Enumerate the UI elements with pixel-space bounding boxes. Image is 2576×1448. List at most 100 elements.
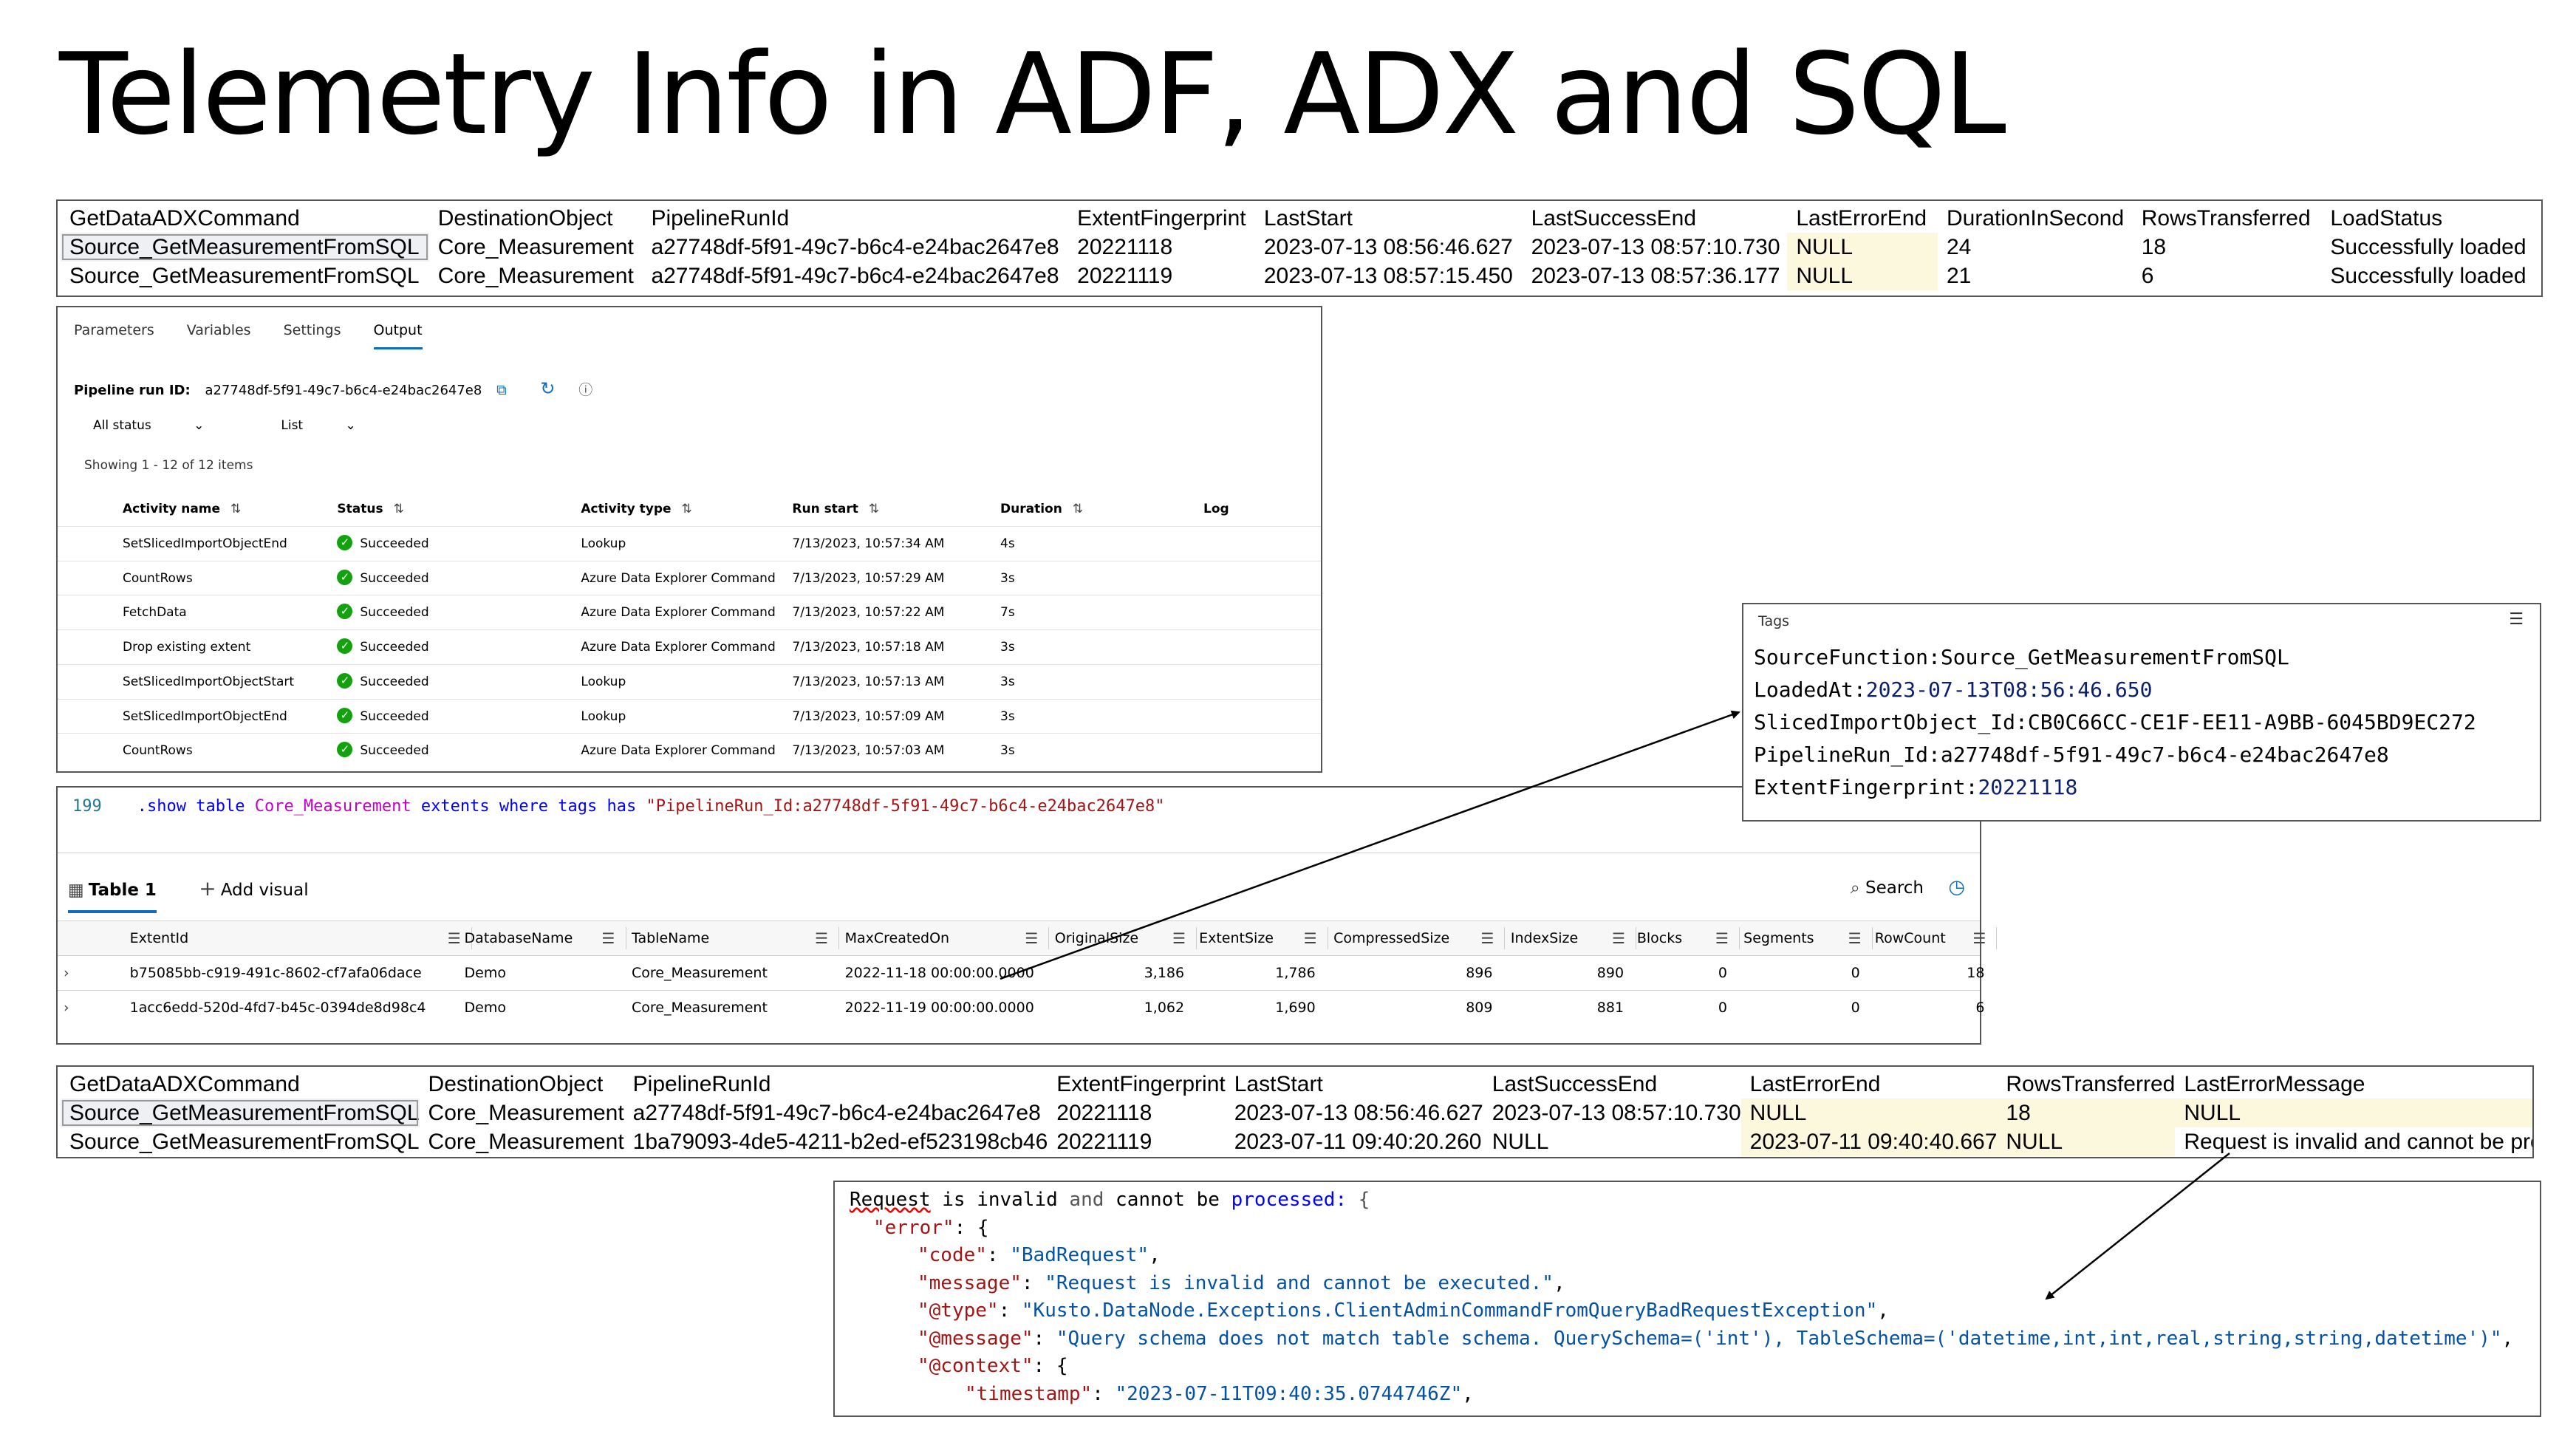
run-id-value: a27748df-5f91-49c7-b6c4-e24bac2647e8 xyxy=(205,383,482,398)
activity-row[interactable]: FetchData ✓ Succeeded Azure Data Explorer C… xyxy=(58,595,1321,629)
search-button[interactable]: ⌕ Search xyxy=(1851,878,1924,898)
table-row[interactable]: › 1acc6edd-520d-4fd7-b45c-0394de8d98c4 Dem… xyxy=(58,990,1984,1025)
column-header-log[interactable]: Log xyxy=(1203,492,1229,526)
clock-icon[interactable]: ◷ xyxy=(1948,876,1965,898)
table-cell-row-count: 6 xyxy=(1975,1000,1985,1016)
column-header-segments[interactable]: Segments xyxy=(1743,921,1814,955)
activity-duration-text: 3s xyxy=(1000,743,1015,759)
column-menu-icon[interactable]: ☰ xyxy=(448,921,461,955)
table-row[interactable]: › b75085bb-c919-491c-8602-cf7afa06dace Dem… xyxy=(58,955,1984,990)
activity-name-text: SetSlicedImportObjectEnd xyxy=(123,708,287,724)
activity-name: FetchData xyxy=(123,595,187,629)
table-cell-last-success-end: 2023-07-13 08:57:10.730 xyxy=(1531,235,1780,259)
column-menu-icon[interactable]: ☰ xyxy=(1848,921,1862,955)
kql-query-line[interactable]: 199 .show table Core_Measurement extents … xyxy=(72,793,1165,820)
table-row: Source_GetMeasurementFromSQL Core_Measure… xyxy=(61,1127,2532,1156)
column-menu-icon[interactable]: ☰ xyxy=(1172,921,1186,955)
column-header-run-start[interactable]: Run start ⇅ xyxy=(792,492,879,526)
column-divider[interactable] xyxy=(1871,927,1873,949)
sort-icon: ⇅ xyxy=(868,502,880,516)
column-header-index-size[interactable]: IndexSize xyxy=(1511,921,1578,955)
success-check-icon: ✓ xyxy=(337,604,353,620)
column-menu-icon[interactable]: ☰ xyxy=(1972,921,1986,955)
column-divider[interactable] xyxy=(838,927,840,949)
tab-parameters[interactable]: Parameters xyxy=(74,322,154,349)
activity-row[interactable]: SetSlicedImportObjectStart ✓ Succeeded Look… xyxy=(58,663,1321,699)
table-cell-destination-object: Core_Measurement xyxy=(437,235,634,259)
column-divider[interactable] xyxy=(1048,927,1050,949)
table-cell-row-count: 18 xyxy=(1967,965,1985,981)
column-menu-icon[interactable]: ☰ xyxy=(815,921,828,955)
column-divider[interactable] xyxy=(1996,927,1998,949)
sort-icon: ⇅ xyxy=(393,502,404,516)
table-cell-last-success-end: 2023-07-13 08:57:36.177 xyxy=(1531,264,1780,288)
tag-key: SourceFunction: xyxy=(1754,645,1941,669)
tab-output[interactable]: Output xyxy=(373,322,423,349)
search-icon: ⌕ xyxy=(1850,878,1860,898)
column-header-status[interactable]: Status ⇅ xyxy=(337,492,403,526)
chevron-right-icon[interactable]: › xyxy=(64,956,69,990)
table-cell-last-start: 2023-07-13 08:56:46.627 xyxy=(1263,235,1513,259)
column-divider[interactable] xyxy=(1738,927,1740,949)
table-cell-blocks: 0 xyxy=(1718,965,1727,981)
chevron-right-icon[interactable]: › xyxy=(64,991,69,1025)
column-header-duration[interactable]: Duration ⇅ xyxy=(1000,492,1083,526)
activity-status-text: Succeeded xyxy=(360,640,429,655)
tag-line: SlicedImportObject_Id:CB0C66CC-CE1F-EE11… xyxy=(1754,706,2476,739)
column-header-database-name[interactable]: DatabaseName xyxy=(465,921,573,955)
column-menu-icon[interactable]: ☰ xyxy=(602,921,615,955)
activity-row[interactable]: SetSlicedImportObjectEnd ✓ Succeeded Lookup… xyxy=(58,698,1321,734)
table-cell-last-success-end: 2023-07-13 08:57:10.730 xyxy=(1492,1101,1741,1125)
column-header-blocks[interactable]: Blocks xyxy=(1637,921,1682,955)
column-menu-icon[interactable]: ☰ xyxy=(1025,921,1038,955)
tab-variables[interactable]: Variables xyxy=(187,322,251,349)
refresh-icon[interactable]: ↻ xyxy=(540,378,555,399)
column-header-activity-type[interactable]: Activity type ⇅ xyxy=(581,492,691,526)
kql-command: .show table xyxy=(137,797,255,816)
column-header-row-count[interactable]: RowCount xyxy=(1875,921,1946,955)
column-header-extent-id[interactable]: ExtentId xyxy=(130,921,189,955)
activity-name: SetSlicedImportObjectStart xyxy=(123,665,294,699)
tag-value: CB0C66CC-CE1F-EE11-A9BB-6045BD9EC272 xyxy=(2027,710,2476,734)
table-cell-last-error-end: NULL xyxy=(1740,1099,1998,1127)
copy-icon[interactable]: ⧉ xyxy=(496,382,507,398)
info-icon[interactable]: ⓘ xyxy=(578,382,592,398)
atmessage-key: "@message" xyxy=(918,1327,1034,1350)
hamburger-menu-icon[interactable]: ☰ xyxy=(2509,610,2524,629)
column-header-extent-size[interactable]: ExtentSize xyxy=(1199,921,1274,955)
activity-row[interactable]: Drop existing extent ✓ Succeeded Azure Data… xyxy=(58,629,1321,664)
table-cell-compressed-size: 809 xyxy=(1466,1000,1493,1016)
error-line-6: "@message": "Query schema does not match… xyxy=(918,1327,2514,1350)
column-header-compressed-size[interactable]: CompressedSize xyxy=(1333,921,1449,955)
column-menu-icon[interactable]: ☰ xyxy=(1480,921,1494,955)
column-header-last-success-end: LastSuccessEnd xyxy=(1531,206,1697,230)
column-menu-icon[interactable]: ☰ xyxy=(1304,921,1317,955)
column-menu-icon[interactable]: ☰ xyxy=(1612,921,1625,955)
column-divider[interactable] xyxy=(1196,927,1198,949)
column-header-max-created-on[interactable]: MaxCreatedOn xyxy=(845,921,949,955)
activity-start-text: 7/13/2023, 10:57:18 AM xyxy=(792,640,945,655)
activity-duration: 3s xyxy=(1000,630,1015,664)
add-visual-button[interactable]: + Add visual xyxy=(199,876,308,901)
error-line-7: "@context": { xyxy=(918,1355,1068,1377)
tab-settings[interactable]: Settings xyxy=(284,322,341,349)
activity-row[interactable]: CountRows ✓ Succeeded Azure Data Explorer C… xyxy=(58,733,1321,768)
view-filter[interactable]: List ⌄ xyxy=(281,418,394,433)
activity-start-text: 7/13/2023, 10:57:22 AM xyxy=(792,605,945,621)
chevron-down-icon: ⌄ xyxy=(345,418,356,433)
tab-table1[interactable]: ▦ Table 1 xyxy=(68,881,157,913)
activity-row[interactable]: SetSlicedImportObjectEnd ✓ Succeeded Lookup… xyxy=(58,526,1321,561)
error-line-2: "error": { xyxy=(873,1216,989,1239)
column-header-activity-name[interactable]: Activity name ⇅ xyxy=(123,492,241,526)
activity-name-text: Drop existing extent xyxy=(123,640,251,655)
column-header-original-size[interactable]: OriginalSize xyxy=(1055,921,1138,955)
column-header-pipeline-run-id: PipelineRunId xyxy=(651,206,790,230)
activity-status: ✓ Succeeded xyxy=(337,630,429,664)
status-filter[interactable]: All status ⌄ xyxy=(93,418,242,433)
column-menu-icon[interactable]: ☰ xyxy=(1715,921,1729,955)
activity-row[interactable]: CountRows ✓ Succeeded Azure Data Explorer C… xyxy=(58,560,1321,595)
table-cell-table-name: Core_Measurement xyxy=(632,1000,768,1016)
column-header-table-name[interactable]: TableName xyxy=(632,921,709,955)
adf-pipeline-output-panel: Parameters Variables Settings Output Pip… xyxy=(56,306,1322,773)
column-divider[interactable] xyxy=(1504,927,1506,949)
